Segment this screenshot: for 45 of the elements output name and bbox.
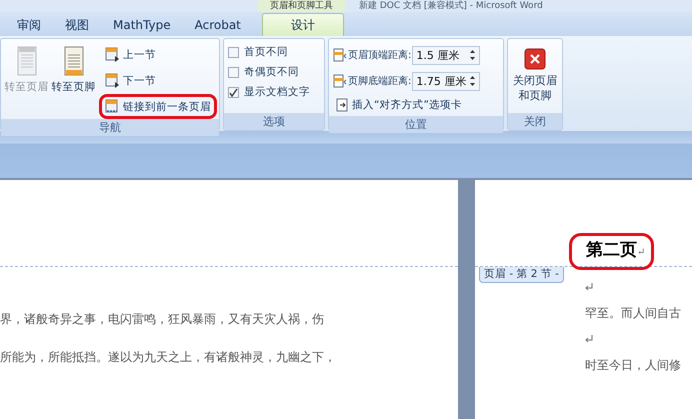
- spinner-field[interactable]: 1.5 厘米: [412, 46, 480, 64]
- toolbar-button[interactable]: 插入“对齐方式”选项卡: [333, 96, 480, 114]
- checkbox-label[interactable]: 首页不同: [244, 45, 288, 59]
- section-icon: [105, 73, 120, 88]
- ribbon-tab[interactable]: 视图: [54, 14, 100, 36]
- section-icon: [105, 99, 120, 114]
- checkbox[interactable]: [228, 86, 239, 98]
- group-label: 导航: [1, 119, 219, 136]
- document-icon: [336, 98, 349, 112]
- paragraph-mark-icon: [585, 283, 593, 291]
- spin-arrows-icon: [469, 74, 476, 88]
- large-button[interactable]: 转至页脚: [50, 42, 97, 119]
- page-icon: [16, 46, 38, 76]
- spinner-label: 页脚底端距离:: [348, 74, 412, 88]
- spinner-field[interactable]: 1.75 厘米: [412, 72, 480, 90]
- checkbox[interactable]: [228, 46, 239, 58]
- margin-icon: [333, 48, 347, 62]
- checkbox-label[interactable]: 显示文档文字: [244, 85, 310, 99]
- checkbox[interactable]: [228, 66, 239, 78]
- paragraph-mark-icon: [585, 335, 593, 343]
- ribbon-tab[interactable]: 设计: [262, 13, 344, 36]
- context-tab-group-label: 页眉和页脚工具: [258, 0, 345, 12]
- body-text: 罕至。而人间自古: [585, 305, 681, 321]
- ribbon-tab[interactable]: Acrobat: [184, 14, 252, 36]
- ribbon-tab[interactable]: 审阅: [6, 14, 52, 36]
- checkbox-label[interactable]: 奇偶页不同: [244, 65, 299, 79]
- close-header-footer-button[interactable]: 关闭页眉和页脚: [510, 42, 560, 113]
- spinner-label: 页眉顶端距离:: [348, 48, 412, 62]
- section-icon: [105, 47, 120, 62]
- body-text: 界，诸般奇异之事，电闪雷鸣，狂风暴雨，又有天灾人祸，伤: [0, 311, 324, 327]
- ribbon-tab[interactable]: MathType: [102, 14, 182, 36]
- header-section-tag: 页眉 - 第 2 节 -: [479, 267, 564, 283]
- page-icon: [62, 46, 84, 76]
- header-text: 第二页↵: [569, 233, 654, 270]
- group-label: 位置: [329, 116, 503, 133]
- close-icon: [524, 48, 546, 70]
- toolbar-button[interactable]: 下一节: [99, 68, 217, 93]
- body-text: 所能为，所能抵挡。遂以为九天之上，有诸般神灵，九幽之下，: [0, 349, 336, 365]
- window-title: 新建 DOC 文档 [兼容模式] - Microsoft Word: [359, 0, 543, 12]
- spin-arrows-icon: [469, 48, 476, 62]
- group-label: 关闭: [508, 113, 562, 130]
- toolbar-button[interactable]: 上一节: [99, 42, 217, 67]
- group-label: 选项: [224, 113, 324, 130]
- body-text: 时至今日，人间修: [585, 357, 681, 373]
- margin-icon: [333, 74, 347, 88]
